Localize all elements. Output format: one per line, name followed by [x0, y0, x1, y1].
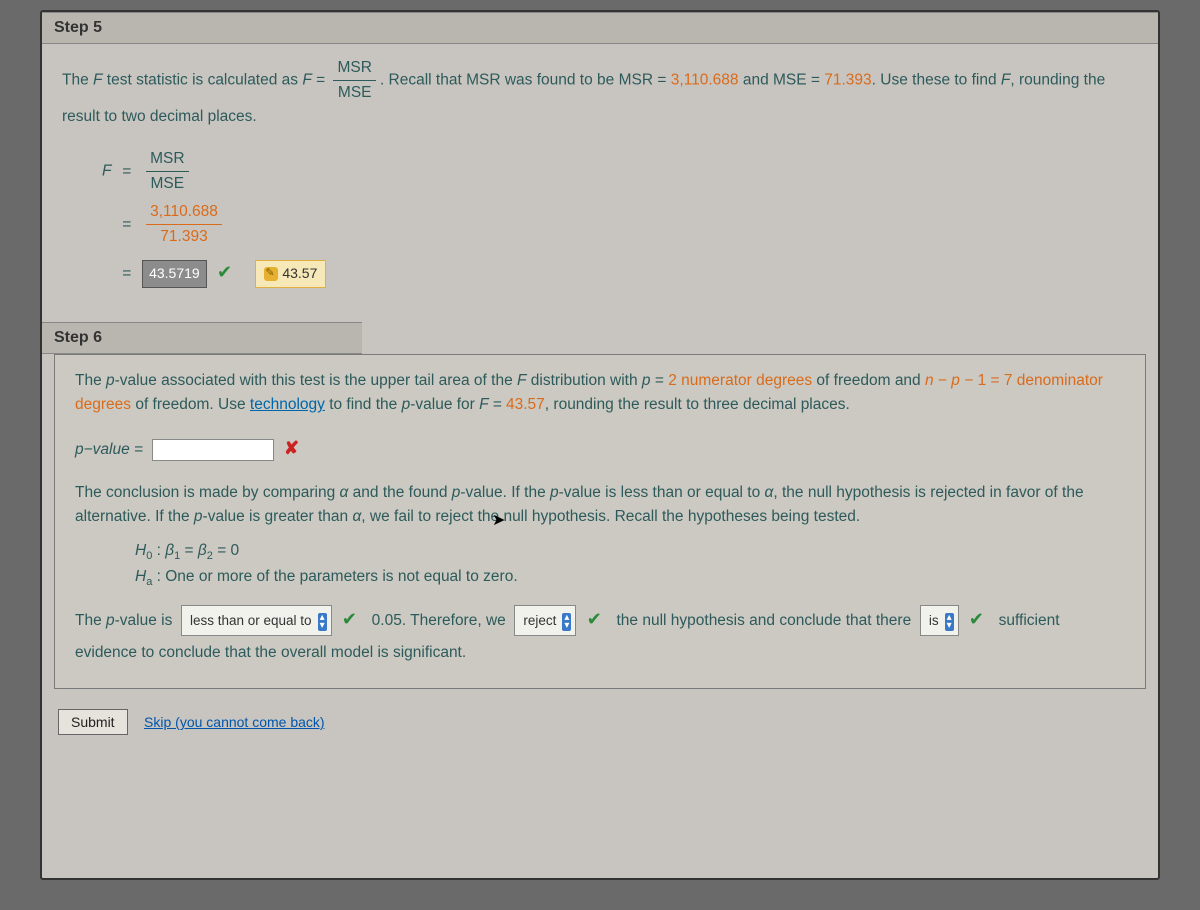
submit-button[interactable]: Submit [58, 709, 128, 735]
text: . Use these to find [872, 72, 1001, 89]
select-arrows-icon: ▴▾ [562, 613, 571, 631]
f-value: 43.57 [506, 396, 545, 413]
select-evidence[interactable]: is ▴▾ [920, 605, 959, 636]
select-value: is [929, 613, 939, 628]
fraction-msr-mse: MSR MSE [333, 56, 375, 105]
text: . Recall that MSR was found to be MSR = [380, 72, 671, 89]
text: to find the [325, 396, 402, 413]
text: distribution with [526, 372, 641, 389]
cursor-icon: ➤ [492, 510, 505, 530]
equals: = [116, 213, 138, 237]
text: The [75, 612, 106, 629]
equals: = [116, 262, 138, 286]
text: 0.05. Therefore, we [372, 612, 506, 629]
select-decision[interactable]: reject ▴▾ [514, 605, 576, 636]
pvalue-row: p−value = ✘ [75, 435, 1125, 463]
fraction-msr-mse: MSR MSE [146, 147, 188, 196]
step5-calc: F = MSR MSE F = 3,110.688 71.393 F = 43.… [102, 147, 1138, 288]
msr-value: 3,110.688 [671, 72, 739, 89]
var-F: F [302, 72, 311, 89]
fraction-values: 3,110.688 71.393 [146, 200, 222, 249]
text: -value is [115, 612, 173, 629]
var-p: p [106, 372, 115, 389]
skip-link[interactable]: Skip (you cannot come back) [144, 714, 325, 730]
var-p: p [642, 372, 651, 389]
text: , rounding the result to three decimal p… [545, 396, 850, 413]
var-p: p [106, 612, 115, 629]
text: -value for [410, 396, 479, 413]
text: -value associated with this test is the … [115, 372, 517, 389]
step5-body: The F test statistic is calculated as F … [42, 44, 1158, 322]
frac-num: MSR [333, 56, 375, 81]
step6-body: The p-value associated with this test is… [54, 354, 1146, 689]
text: the null hypothesis and conclude that th… [616, 612, 911, 629]
frac-den: MSE [146, 172, 188, 196]
select-value: reject [523, 613, 556, 628]
step6-paragraph2: The conclusion is made by comparing α an… [75, 481, 1125, 529]
var-F: F [102, 163, 111, 180]
text: The [75, 372, 106, 389]
check-icon: ✔ [342, 609, 357, 629]
worksheet-screen: Step 5 The F test statistic is calculate… [40, 10, 1160, 880]
text: = [651, 372, 669, 389]
step5-intro: The F test statistic is calculated as F … [62, 56, 1138, 129]
step6-paragraph1: The p-value associated with this test is… [75, 369, 1125, 417]
hint-box: 43.57 [255, 260, 326, 288]
num-df: 2 numerator degrees [668, 372, 812, 389]
text: of freedom. Use [131, 396, 250, 413]
pvalue-label: p−value = [75, 441, 143, 458]
frac-num: MSR [146, 147, 188, 172]
check-icon: ✔ [969, 609, 984, 629]
text: The [62, 72, 93, 89]
button-row: Submit Skip (you cannot come back) [58, 709, 1142, 735]
equals: = [116, 160, 138, 184]
select-arrows-icon: ▴▾ [318, 613, 327, 631]
step6-header: Step 6 [42, 322, 362, 354]
select-comparison[interactable]: less than or equal to ▴▾ [181, 605, 332, 636]
mse-value: 71.393 [824, 72, 871, 89]
check-icon: ✔ [217, 262, 232, 282]
pencil-icon [264, 267, 278, 281]
conclusion-sentence: The p-value is less than or equal to ▴▾ ✔… [75, 601, 1125, 668]
text: of freedom and [812, 372, 925, 389]
frac-den: MSE [333, 81, 375, 105]
frac-den-val: 71.393 [146, 225, 222, 249]
select-value: less than or equal to [190, 613, 312, 628]
check-icon: ✔ [587, 609, 602, 629]
answer-input-filled[interactable]: 43.5719 [142, 260, 207, 288]
alt-hypothesis: Ha : One or more of the parameters is no… [135, 565, 1125, 591]
cross-icon: ✘ [284, 438, 299, 458]
step5-header: Step 5 [42, 12, 1158, 44]
frac-num-val: 3,110.688 [146, 200, 222, 225]
var-p: p [402, 396, 411, 413]
hypotheses: H0 : β1 = β2 = 0 Ha : One or more of the… [135, 539, 1125, 591]
hint-value: 43.57 [282, 265, 317, 281]
null-hypothesis: H0 : β1 = β2 = 0 [135, 539, 1125, 565]
technology-link[interactable]: technology [250, 396, 325, 413]
text: F = [479, 396, 506, 413]
text: and MSE = [739, 72, 825, 89]
pvalue-input[interactable] [152, 439, 274, 461]
select-arrows-icon: ▴▾ [945, 613, 954, 631]
text: test statistic is calculated as [102, 72, 302, 89]
var-F: F [1001, 72, 1010, 89]
